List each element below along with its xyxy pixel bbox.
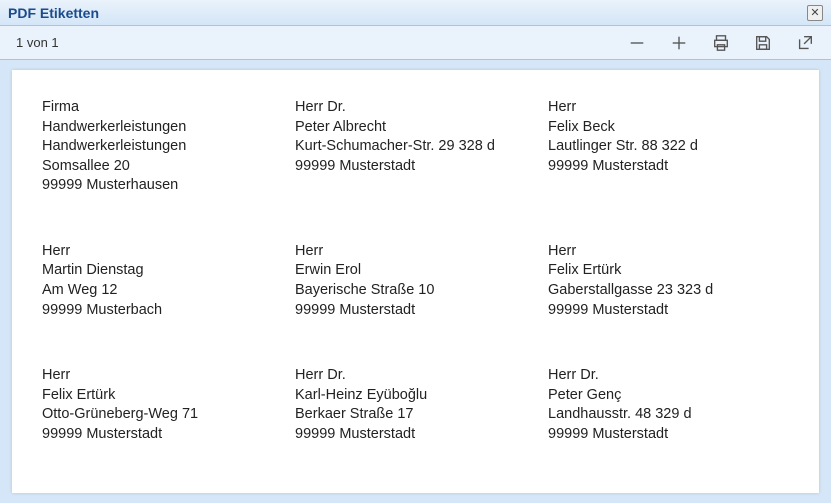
address-label: FirmaHandwerkerleistungenHandwerkerleist… [42,98,283,196]
address-line: Herr [295,242,536,262]
address-line: Kurt-Schumacher-Str. 29 328 d [295,137,536,157]
address-label: HerrFelix ErtürkGaberstallgasse 23 323 d… [548,242,789,320]
address-line: Herr [42,366,283,386]
address-line: 99999 Musterstadt [42,425,283,445]
page-indicator: 1 von 1 [16,35,59,50]
address-line: Somsallee 20 [42,157,283,177]
address-label: Herr Dr.Peter GençLandhausstr. 48 329 d9… [548,366,789,444]
address-line: Peter Albrecht [295,118,536,138]
address-line: Bayerische Straße 10 [295,281,536,301]
close-button[interactable]: ✕ [807,5,823,21]
document-viewport: FirmaHandwerkerleistungenHandwerkerleist… [0,60,831,503]
zoom-out-button[interactable] [627,33,647,53]
address-line: Berkaer Straße 17 [295,405,536,425]
address-line: Erwin Erol [295,261,536,281]
address-label: HerrFelix BeckLautlinger Str. 88 322 d99… [548,98,789,196]
address-line: Karl-Heinz Eyüboğlu [295,386,536,406]
address-line: Herr [548,98,789,118]
address-line: Herr Dr. [295,98,536,118]
pdf-page: FirmaHandwerkerleistungenHandwerkerleist… [12,70,819,493]
plus-icon [670,34,688,52]
address-line: Herr [42,242,283,262]
close-icon: ✕ [810,7,819,19]
save-icon [754,34,772,52]
address-line: 99999 Musterbach [42,301,283,321]
minus-icon [628,34,646,52]
address-line: 99999 Musterstadt [295,425,536,445]
address-line: Otto-Grüneberg-Weg 71 [42,405,283,425]
address-line: Herr Dr. [548,366,789,386]
address-line: Felix Ertürk [42,386,283,406]
toolbar-actions [627,33,815,53]
address-line: Handwerkerleistungen [42,118,283,138]
address-line: 99999 Musterstadt [295,157,536,177]
address-line: Herr Dr. [295,366,536,386]
address-label: HerrErwin ErolBayerische Straße 1099999 … [295,242,536,320]
print-button[interactable] [711,33,731,53]
address-line: Firma [42,98,283,118]
window-title: PDF Etiketten [8,5,99,21]
address-line: Peter Genç [548,386,789,406]
zoom-in-button[interactable] [669,33,689,53]
label-grid: FirmaHandwerkerleistungenHandwerkerleist… [42,98,789,444]
address-line: Martin Dienstag [42,261,283,281]
address-line: Handwerkerleistungen [42,137,283,157]
external-icon [796,34,814,52]
address-line: 99999 Musterhausen [42,176,283,196]
address-label: Herr Dr.Karl-Heinz EyüboğluBerkaer Straß… [295,366,536,444]
toolbar: 1 von 1 [0,26,831,60]
address-line: 99999 Musterstadt [548,425,789,445]
address-line: Am Weg 12 [42,281,283,301]
address-line: Gaberstallgasse 23 323 d [548,281,789,301]
open-external-button[interactable] [795,33,815,53]
address-label: HerrMartin DienstagAm Weg 1299999 Muster… [42,242,283,320]
address-line: 99999 Musterstadt [548,301,789,321]
address-label: HerrFelix ErtürkOtto-Grüneberg-Weg 71999… [42,366,283,444]
printer-icon [712,34,730,52]
address-line: 99999 Musterstadt [548,157,789,177]
save-button[interactable] [753,33,773,53]
address-line: Felix Beck [548,118,789,138]
address-line: Herr [548,242,789,262]
address-line: Lautlinger Str. 88 322 d [548,137,789,157]
address-label: Herr Dr.Peter AlbrechtKurt-Schumacher-St… [295,98,536,196]
address-line: Landhausstr. 48 329 d [548,405,789,425]
titlebar: PDF Etiketten ✕ [0,0,831,26]
address-line: Felix Ertürk [548,261,789,281]
address-line: 99999 Musterstadt [295,301,536,321]
